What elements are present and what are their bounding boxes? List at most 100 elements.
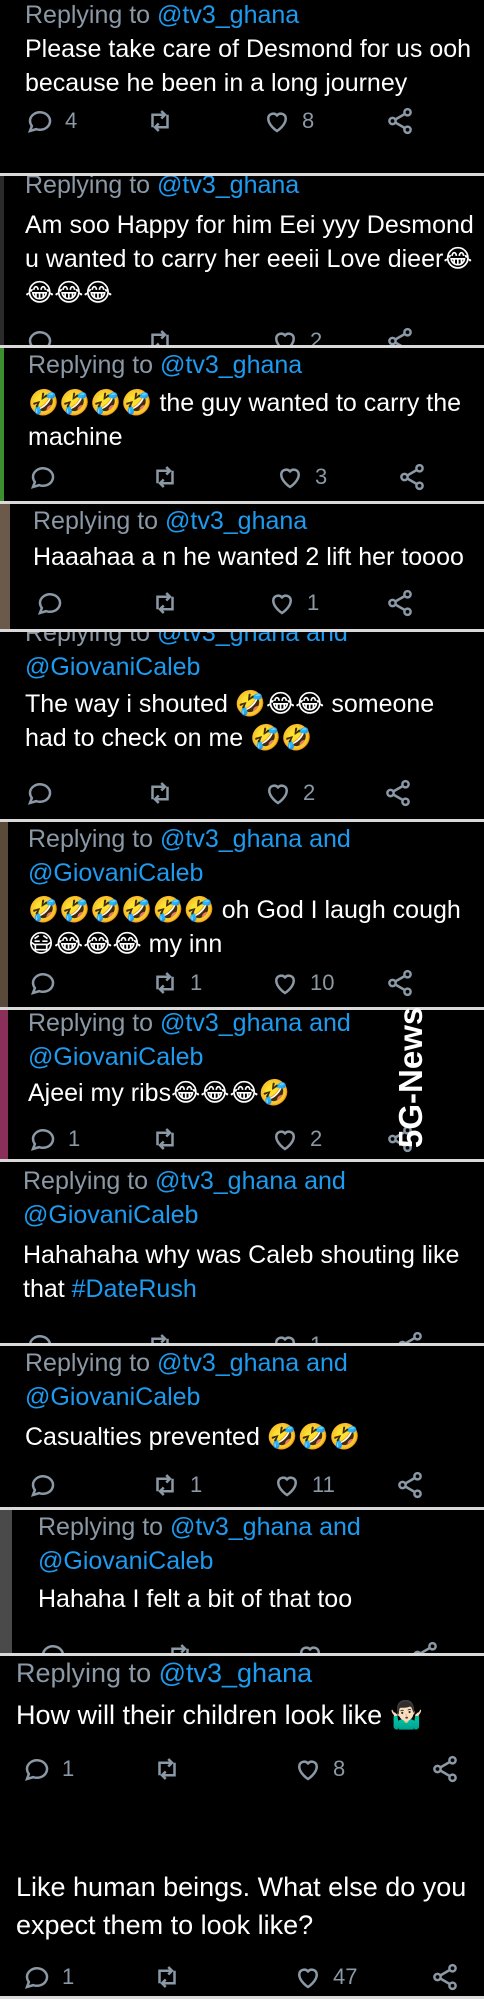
like-button[interactable]: 1	[267, 588, 319, 618]
mention-link[interactable]: @tv3_ghana and	[170, 1513, 361, 1541]
retweet-button[interactable]	[145, 778, 185, 808]
like-button[interactable]: 2	[270, 326, 322, 348]
retweet-icon	[151, 110, 169, 132]
mention-link[interactable]: @GiovaniCaleb	[38, 1544, 361, 1578]
share-button[interactable]	[395, 1470, 425, 1500]
retweet-icon	[156, 466, 174, 488]
reply-icon	[28, 331, 52, 348]
like-button[interactable]: 8	[293, 1754, 345, 1784]
tweet-text: 🤣🤣🤣🤣🤣🤣 oh God I laugh cough 😷😂😂😂 my inn	[28, 896, 461, 958]
share-button[interactable]	[397, 462, 427, 492]
retweet-icon	[151, 782, 169, 804]
mention-link[interactable]: @tv3_ghana and	[157, 632, 348, 647]
reply-tweet[interactable]: Replying to @tv3_ghana Am soo Happy for …	[0, 176, 484, 348]
reply-icon	[28, 1335, 52, 1346]
retweet-icon	[156, 1128, 174, 1150]
like-button[interactable]: 11	[272, 1470, 335, 1500]
reply-button[interactable]	[28, 462, 68, 492]
mention-link[interactable]: @tv3_ghana and	[155, 1167, 346, 1195]
like-button[interactable]: 2	[263, 778, 315, 808]
mention-link[interactable]: @GiovaniCaleb	[25, 650, 348, 684]
like-button[interactable]: 8	[262, 106, 314, 136]
mention-link[interactable]: @tv3_ghana	[157, 1, 299, 29]
reply-tweet[interactable]: Replying to @tv3_ghana Haaahaa a n he wa…	[0, 504, 484, 632]
retweet-icon	[158, 1966, 176, 1988]
reply-tweet[interactable]: Replying to @tv3_ghana and @GiovaniCaleb…	[0, 1162, 484, 1346]
mention-link[interactable]: @tv3_ghana and	[160, 825, 351, 853]
like-button[interactable]: 2	[270, 1124, 322, 1154]
like-button[interactable]	[295, 1640, 335, 1656]
retweet-button[interactable]	[152, 1962, 192, 1992]
reply-icon	[41, 1645, 65, 1656]
retweet-button[interactable]	[145, 1330, 185, 1346]
like-button[interactable]: 10	[270, 968, 334, 998]
share-button[interactable]	[385, 326, 415, 348]
reply-tweet[interactable]: Replying to @tv3_ghana 🤣🤣🤣🤣 the guy want…	[0, 348, 484, 504]
reply-button[interactable]	[35, 588, 75, 618]
share-button[interactable]	[385, 968, 415, 998]
reply-button[interactable]	[25, 778, 65, 808]
like-button[interactable]: 3	[275, 462, 327, 492]
retweet-button[interactable]	[150, 1124, 190, 1154]
share-icon	[433, 1963, 457, 1991]
mention-link[interactable]: @tv3_ghana	[160, 351, 302, 379]
reply-button[interactable]	[38, 1640, 78, 1656]
mention-link[interactable]: @tv3_ghana and	[157, 1349, 348, 1377]
reply-button[interactable]	[25, 1330, 65, 1346]
retweet-button[interactable]	[150, 462, 190, 492]
like-count: 8	[302, 108, 315, 133]
share-button[interactable]	[395, 1330, 425, 1346]
replying-label: Replying to	[25, 176, 158, 199]
reply-tweet[interactable]: Replying to @tv3_ghana and @GiovaniCaleb…	[0, 1510, 484, 1656]
reply-tweet[interactable]: Replying to @tv3_ghana and @GiovaniCaleb…	[0, 822, 484, 1010]
reply-icon	[30, 1475, 55, 1497]
mention-link[interactable]: @tv3_ghana	[157, 176, 299, 199]
mention-link[interactable]: @GiovaniCaleb	[28, 1040, 351, 1074]
mention-link[interactable]: @GiovaniCaleb	[28, 856, 351, 890]
retweet-button[interactable]	[145, 326, 185, 348]
share-button[interactable]	[430, 1754, 460, 1784]
reply-tweet[interactable]: Replying to @tv3_ghana Please take care …	[0, 0, 484, 176]
reply-tweet[interactable]: Replying to @tv3_ghana How will their ch…	[0, 1656, 484, 1999]
mention-link[interactable]: @GiovaniCaleb	[25, 1380, 348, 1414]
mention-link[interactable]: @tv3_ghana	[165, 507, 307, 535]
reply-button[interactable]: 4	[25, 106, 77, 136]
replying-label: Replying to	[25, 1, 158, 29]
card-edge	[0, 348, 4, 504]
replies-feed: Replying to @tv3_ghana Please take care …	[0, 0, 484, 1999]
reply-button[interactable]: 1	[28, 1124, 80, 1154]
like-button[interactable]: 1	[270, 1330, 322, 1346]
share-button[interactable]	[385, 588, 415, 618]
share-button[interactable]	[385, 106, 415, 136]
reply-tweet[interactable]: Replying to @tv3_ghana and @GiovaniCaleb…	[0, 632, 484, 822]
retweet-button[interactable]	[150, 588, 190, 618]
reply-icon	[30, 973, 55, 995]
retweet-button[interactable]	[165, 1640, 205, 1656]
retweet-button[interactable]: 1	[150, 1470, 202, 1500]
tweet-text: The way i shouted 🤣😂😂 someone had to che…	[25, 690, 442, 752]
mention-link[interactable]: @tv3_ghana	[159, 1658, 313, 1688]
share-button[interactable]	[430, 1962, 460, 1992]
retweet-button[interactable]	[145, 106, 185, 136]
tweet-text: Like human beings. What else do you expe…	[16, 1872, 474, 1940]
retweet-button[interactable]: 1	[150, 968, 202, 998]
reply-button[interactable]: 1	[22, 1754, 74, 1784]
reply-tweet[interactable]: Replying to @tv3_ghana and @GiovaniCaleb…	[0, 1346, 484, 1510]
mention-link[interactable]: @tv3_ghana and	[160, 1010, 351, 1037]
share-icon	[388, 589, 412, 617]
like-count: 2	[303, 780, 316, 805]
replying-to-line: Replying to @tv3_ghana	[25, 176, 299, 202]
share-button[interactable]	[383, 778, 413, 808]
replying-label: Replying to	[33, 507, 166, 535]
reply-button[interactable]	[28, 1470, 68, 1500]
mention-link[interactable]: @GiovaniCaleb	[23, 1198, 346, 1232]
reply-button[interactable]	[25, 326, 65, 348]
retweet-button[interactable]	[152, 1754, 192, 1784]
reply-button[interactable]: 1	[22, 1962, 74, 1992]
hashtag-link[interactable]: #DateRush	[72, 1275, 197, 1303]
reply-count: 1	[62, 1756, 75, 1781]
like-icon	[297, 1760, 319, 1781]
like-button[interactable]: 47	[293, 1962, 357, 1992]
reply-button[interactable]	[28, 968, 68, 998]
share-button[interactable]	[410, 1640, 440, 1656]
